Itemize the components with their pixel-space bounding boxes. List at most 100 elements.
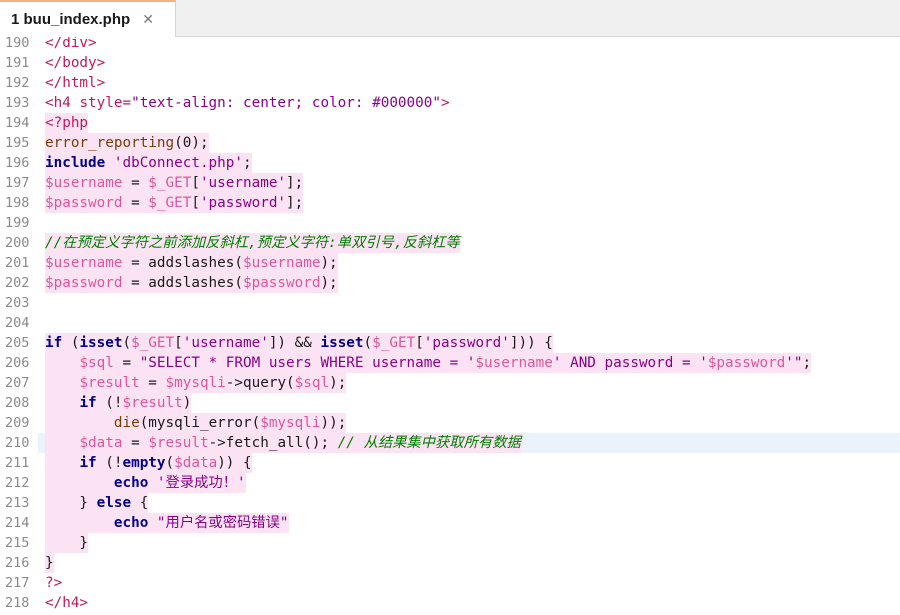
code-line[interactable]: 213 } else { [0, 493, 900, 513]
code-line[interactable]: 216} [0, 553, 900, 573]
code-line[interactable]: 190 </div> [0, 37, 900, 53]
code-token: $data [174, 455, 218, 471]
code-token: error_reporting [45, 135, 175, 151]
code-token: // 从结果集中获取所有数据 [337, 435, 521, 451]
code-line[interactable]: 200 //在预定义字符之前添加反斜杠,预定义字符:单双引号,反斜杠等 [0, 233, 900, 253]
code-token: die [113, 415, 140, 431]
code-line[interactable]: 212 echo '登录成功！' [0, 473, 900, 493]
code-token: > [440, 95, 450, 111]
code-line[interactable]: 214 echo "用户名或密码错误" [0, 513, 900, 533]
line-number: 217 [5, 575, 30, 591]
code-token: ); [320, 255, 338, 271]
code-line[interactable]: 202 $password = addslashes($password); [0, 273, 900, 293]
code-line[interactable]: 208 if (!$result) [0, 393, 900, 413]
line-number: 203 [5, 295, 30, 311]
line-number: 194 [5, 115, 30, 131]
code-text: die(mysqli_error($mysqli)); [45, 413, 347, 433]
code-line[interactable]: 210 $data = $result->fetch_all(); // 从结果… [0, 433, 900, 453]
code-token: include [45, 155, 106, 171]
code-token: } [45, 555, 54, 571]
code-token: 'password' [423, 335, 510, 351]
code-token: if [79, 395, 97, 411]
code-line[interactable]: 191 </body> [0, 53, 900, 73]
code-token: //在预定义字符之前添加反斜杠,预定义字符:单双引号,反斜杠等 [45, 235, 460, 251]
code-text: echo "用户名或密码错误" [45, 513, 289, 533]
line-number: 205 [5, 335, 30, 351]
code-token: = [139, 375, 166, 391]
code-token: [ [191, 195, 200, 211]
code-text: $password = addslashes($password); [45, 273, 338, 293]
line-number: 212 [5, 475, 30, 491]
code-token: 'dbConnect.php' [113, 155, 243, 171]
code-line[interactable]: 218 </h4> [0, 593, 900, 613]
code-token: = addslashes( [122, 275, 243, 291]
code-text: } [45, 553, 54, 573]
code-token: if [45, 335, 63, 351]
code-line[interactable]: 194 <?php [0, 113, 900, 133]
line-number: 202 [5, 275, 30, 291]
code-text: </body> [45, 53, 105, 73]
line-number: 193 [5, 95, 30, 111]
code-line[interactable]: 203 [0, 293, 900, 313]
code-line[interactable]: 193 <h4 style="text-align: center; color:… [0, 93, 900, 113]
code-line[interactable]: 196 include 'dbConnect.php'; [0, 153, 900, 173]
code-token: <h4 [45, 95, 80, 111]
code-line[interactable]: 215 } [0, 533, 900, 553]
code-line[interactable]: 198 $password = $_GET['password']; [0, 193, 900, 213]
code-token: ; [243, 155, 252, 171]
code-token: '登录成功！' [156, 475, 246, 491]
code-token: ?> [45, 575, 63, 591]
code-token: $password [45, 195, 123, 211]
code-line[interactable]: 205 if (isset($_GET['username']) && isset… [0, 333, 900, 353]
line-number: 191 [5, 55, 30, 71]
code-token: "text-align: center; color: #000000" [131, 95, 441, 111]
code-line[interactable]: 211 if (!empty($data)) { [0, 453, 900, 473]
code-line[interactable]: 201 $username = addslashes($username); [0, 253, 900, 273]
line-number: 210 [5, 435, 30, 451]
line-number: 215 [5, 535, 30, 551]
code-editor[interactable]: 190 </div> 191 </body> 192 </html> 193 <h4 styl… [0, 37, 900, 615]
code-text: $sql = "SELECT * FROM users WHERE userna… [45, 353, 812, 373]
code-line[interactable]: 195 error_reporting(0); [0, 133, 900, 153]
code-token: <?php [45, 115, 89, 131]
tab-buu-index[interactable]: 1 buu_index.php ✕ [0, 0, 176, 37]
line-number: 192 [5, 75, 30, 91]
code-text: $username = $_GET['username']; [45, 173, 304, 193]
code-line[interactable]: 204 [0, 313, 900, 333]
code-token: ); [320, 275, 338, 291]
code-line[interactable]: 206 $sql = "SELECT * FROM users WHERE us… [0, 353, 900, 373]
code-line[interactable]: 209 die(mysqli_error($mysqli)); [0, 413, 900, 433]
code-text: <h4 style="text-align: center; color: #0… [45, 93, 450, 113]
code-text: ?> [45, 573, 62, 593]
line-number: 206 [5, 355, 30, 371]
code-token: ( [122, 335, 132, 351]
code-token: )); [320, 415, 347, 431]
code-text: $password = $_GET['password']; [45, 193, 304, 213]
tab-label: 1 buu_index.php [11, 11, 131, 28]
code-text: error_reporting(0); [45, 133, 209, 153]
code-line[interactable]: 192 </html> [0, 73, 900, 93]
code-token: [ [174, 335, 183, 351]
code-text: } [45, 533, 89, 553]
code-token: = [122, 175, 149, 191]
code-token: "SELECT * FROM users WHERE username = ' [139, 355, 476, 371]
code-line[interactable]: 217 ?> [0, 573, 900, 593]
code-line[interactable]: 199 [0, 213, 900, 233]
code-token: $sql [79, 355, 114, 371]
code-line[interactable]: 197 $username = $_GET['username']; [0, 173, 900, 193]
code-token: [ [191, 175, 200, 191]
line-number: 214 [5, 515, 30, 531]
close-icon[interactable]: ✕ [142, 11, 154, 28]
code-token: $_GET [372, 335, 416, 351]
code-text: </div> [45, 37, 97, 53]
line-number: 204 [5, 315, 30, 331]
code-line[interactable]: 207 $result = $mysqli->query($sql); [0, 373, 900, 393]
code-text: $result = $mysqli->query($sql); [45, 373, 347, 393]
line-number: 208 [5, 395, 30, 411]
line-number: 200 [5, 235, 30, 251]
code-text: //在预定义字符之前添加反斜杠,预定义字符:单双引号,反斜杠等 [45, 233, 460, 253]
